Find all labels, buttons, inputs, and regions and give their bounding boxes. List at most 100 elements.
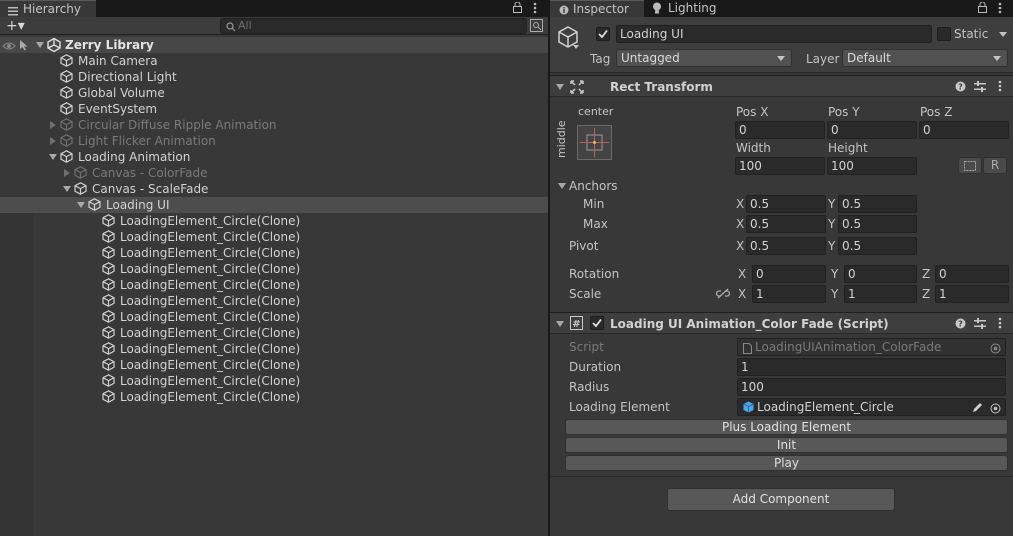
hierarchy-item[interactable]: EventSystem [0, 101, 548, 117]
hierarchy-item[interactable]: LoadingElement_Circle(Clone) [0, 229, 548, 245]
edit-pencil-icon[interactable] [972, 401, 983, 412]
pos-z-field[interactable]: 0 [919, 121, 1009, 139]
max-x-letter: X [736, 217, 745, 231]
anchor-min-x-field[interactable]: 0.5 [746, 195, 826, 213]
script-collapse-icon[interactable] [556, 321, 564, 327]
pivot-x-field[interactable]: 0.5 [746, 237, 826, 255]
hierarchy-item[interactable]: LoadingElement_Circle(Clone) [0, 325, 548, 341]
hierarchy-item[interactable]: Circular Diffuse Ripple Animation [0, 117, 548, 133]
hierarchy-item[interactable]: LoadingElement_Circle(Clone) [0, 309, 548, 325]
pickable-icon[interactable] [18, 39, 30, 51]
hierarchy-item[interactable]: Loading Animation [0, 149, 548, 165]
hierarchy-item[interactable]: Canvas - ScaleFade [0, 181, 548, 197]
script-presets-icon[interactable] [974, 318, 986, 329]
hierarchy-item[interactable]: LoadingElement_Circle(Clone) [0, 245, 548, 261]
inspector-kebab-icon[interactable] [998, 2, 1002, 14]
scale-x-letter: X [738, 287, 747, 301]
scene-search-icon[interactable] [530, 19, 543, 32]
hierarchy-item[interactable]: LoadingElement_Circle(Clone) [0, 261, 548, 277]
pos-x-field[interactable]: 0 [735, 121, 825, 139]
rect-collapse-icon[interactable] [556, 84, 564, 90]
scale-y-field[interactable]: 1 [844, 285, 917, 303]
expand-arrow-icon[interactable] [50, 121, 56, 129]
hierarchy-item[interactable]: LoadingElement_Circle(Clone) [0, 277, 548, 293]
expand-arrow-icon[interactable] [50, 137, 56, 145]
icon-dropdown-icon[interactable] [573, 45, 579, 49]
width-field[interactable]: 100 [735, 157, 825, 175]
hierarchy-item[interactable]: LoadingElement_Circle(Clone) [0, 373, 548, 389]
collapse-arrow-icon[interactable] [63, 186, 71, 192]
add-button[interactable]: +▾ [6, 18, 25, 34]
static-checkbox[interactable] [937, 27, 951, 41]
duration-field[interactable]: 1 [737, 358, 1006, 376]
tag-dropdown[interactable]: Untagged [616, 49, 792, 67]
radius-field[interactable]: 100 [737, 378, 1006, 396]
pos-y-field[interactable]: 0 [827, 121, 917, 139]
presets-icon[interactable] [974, 81, 986, 92]
rotation-x-field[interactable]: 0 [752, 265, 826, 283]
constrain-proportions-icon[interactable] [715, 288, 731, 299]
pivot-y-field[interactable]: 0.5 [838, 237, 917, 255]
init-button[interactable]: Init [565, 437, 1008, 453]
hierarchy-item[interactable]: Light Flicker Animation [0, 133, 548, 149]
tab-hierarchy[interactable]: Hierarchy [0, 0, 96, 17]
gameobject-icon [74, 182, 87, 195]
tab-lighting[interactable]: Lighting [646, 0, 736, 17]
hierarchy-item[interactable]: LoadingElement_Circle(Clone) [0, 357, 548, 373]
rotation-z-field[interactable]: 0 [935, 265, 1009, 283]
kebab-menu-icon[interactable] [533, 2, 537, 14]
search-input[interactable]: All [220, 18, 527, 34]
hierarchy-item[interactable]: LoadingElement_Circle(Clone) [0, 389, 548, 405]
active-checkbox[interactable] [596, 27, 610, 41]
hierarchy-item[interactable]: LoadingElement_Circle(Clone) [0, 213, 548, 229]
expand-arrow-icon[interactable] [64, 169, 70, 177]
inspector-lock-icon[interactable] [978, 1, 987, 13]
help-icon[interactable]: ? [955, 81, 966, 92]
lock-icon[interactable] [513, 1, 522, 13]
script-file-icon [743, 342, 752, 354]
collapse-arrow-icon[interactable] [49, 154, 57, 160]
tab-inspector[interactable]: Inspector [550, 0, 644, 17]
collapse-arrow-icon[interactable] [77, 202, 85, 208]
layer-dropdown[interactable]: Default [842, 49, 1008, 67]
pivot-x-letter: X [736, 239, 745, 253]
blueprint-mode-button[interactable] [958, 157, 982, 174]
object-name-field[interactable]: Loading UI [616, 25, 932, 43]
height-field[interactable]: 100 [827, 157, 917, 175]
pos-y-label: Pos Y [828, 105, 860, 119]
anchor-max-y-field[interactable]: 0.5 [838, 215, 917, 233]
anchor-max-x-field[interactable]: 0.5 [746, 215, 826, 233]
hierarchy-item[interactable]: Global Volume [0, 85, 548, 101]
loading-element-field[interactable]: LoadingElement_Circle [737, 398, 1006, 416]
search-placeholder: All [238, 19, 252, 32]
script-enabled-checkbox[interactable] [590, 316, 604, 330]
raw-edit-button[interactable]: R [983, 157, 1007, 174]
hierarchy-item[interactable]: Canvas - ColorFade [0, 165, 548, 181]
gameobject-icon [102, 230, 115, 243]
play-button[interactable]: Play [565, 455, 1008, 471]
hierarchy-item[interactable]: Loading UI [0, 197, 548, 213]
anchor-min-y-field[interactable]: 0.5 [838, 195, 917, 213]
element-picker-icon[interactable] [990, 402, 1001, 414]
add-component-button[interactable]: Add Component [667, 488, 895, 511]
hierarchy-item[interactable]: LoadingElement_Circle(Clone) [0, 341, 548, 357]
scale-x-field[interactable]: 1 [752, 285, 826, 303]
hierarchy-item-label: LoadingElement_Circle(Clone) [120, 262, 301, 276]
rect-kebab-icon[interactable] [998, 80, 1002, 92]
gameobject-icon [102, 358, 115, 371]
hierarchy-item[interactable]: LoadingElement_Circle(Clone) [0, 293, 548, 309]
scene-expand-icon[interactable] [36, 42, 44, 48]
static-dropdown-icon[interactable] [999, 32, 1007, 37]
anchor-presets-button[interactable] [577, 125, 612, 160]
hierarchy-item[interactable]: Directional Light [0, 69, 548, 85]
script-help-icon[interactable]: ? [955, 318, 966, 329]
hierarchy-item[interactable]: Main Camera [0, 53, 548, 69]
gameobject-icon [102, 342, 115, 355]
rotation-y-field[interactable]: 0 [844, 265, 917, 283]
plus-loading-element-button[interactable]: Plus Loading Element [565, 419, 1008, 435]
anchors-expand-icon[interactable] [558, 183, 566, 189]
script-kebab-icon[interactable] [998, 317, 1002, 329]
scale-z-field[interactable]: 1 [935, 285, 1009, 303]
tag-label: Tag [590, 52, 611, 66]
visibility-icon[interactable] [2, 40, 16, 50]
